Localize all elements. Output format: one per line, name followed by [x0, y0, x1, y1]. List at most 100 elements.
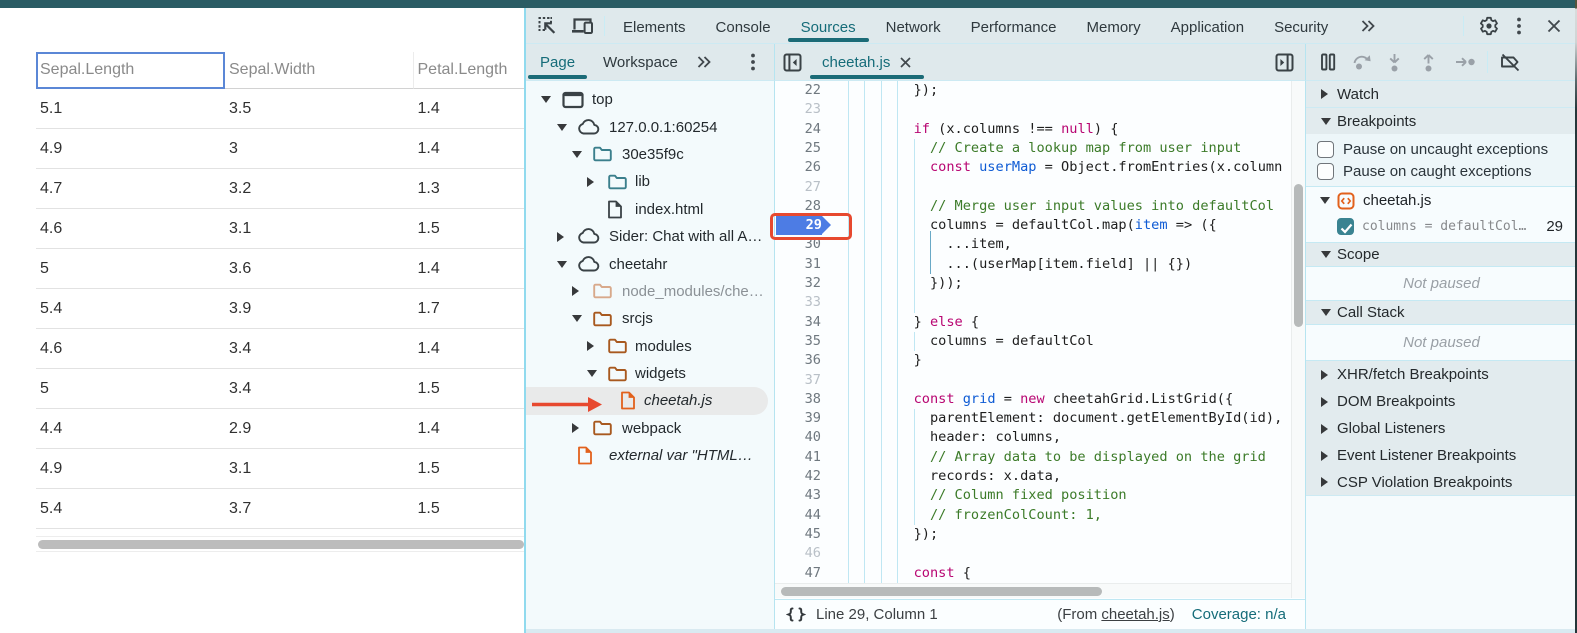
code-line-29[interactable]: 29 columns = defaultCol.map(item => ({: [775, 216, 1291, 235]
code-line-34[interactable]: 34 } else {: [775, 313, 1291, 332]
line-number[interactable]: 35: [775, 332, 821, 351]
devtools-tab-memory[interactable]: Memory: [1072, 8, 1156, 43]
tree-item-modules[interactable]: modules: [526, 333, 774, 360]
tree-item-sider-chat-with-all-a-[interactable]: Sider: Chat with all A…: [526, 223, 774, 250]
code-line-47[interactable]: 47 const {: [775, 564, 1291, 583]
code-line-46[interactable]: 46: [775, 544, 1291, 563]
breakpoint-entry[interactable]: columns = defaultCol…29: [1306, 214, 1577, 239]
table-cell[interactable]: 1.4: [414, 249, 525, 289]
table-cell[interactable]: 1.4: [414, 129, 525, 169]
tree-expand-arrow-icon[interactable]: [572, 423, 579, 433]
code-line-44[interactable]: 44 // frozenColCount: 1,: [775, 506, 1291, 525]
line-number[interactable]: 24: [775, 120, 821, 139]
devtools-tab-console[interactable]: Console: [701, 8, 786, 43]
code-line-36[interactable]: 36 }: [775, 351, 1291, 370]
code-line-31[interactable]: 31 ...(userMap[item.field] || {}): [775, 255, 1291, 274]
table-cell[interactable]: 4.6: [36, 209, 225, 249]
section-call-stack[interactable]: Call Stack: [1306, 301, 1577, 324]
code-line-28[interactable]: 28 // Merge user input values into defau…: [775, 197, 1291, 216]
line-number[interactable]: 33: [775, 293, 821, 312]
tree-expand-arrow-icon[interactable]: [587, 177, 594, 187]
table-cell[interactable]: 3.9: [225, 289, 414, 329]
editor-vscroll-thumb[interactable]: [1294, 184, 1303, 327]
line-number[interactable]: 22: [775, 81, 821, 100]
tree-collapse-arrow-icon[interactable]: [541, 96, 551, 103]
tree-item-index.html[interactable]: index.html: [526, 196, 774, 223]
line-number[interactable]: 34: [775, 313, 821, 332]
kebab-menu-icon[interactable]: [1516, 17, 1522, 35]
more-navigator-tabs-icon[interactable]: [696, 55, 713, 69]
line-number[interactable]: 25: [775, 139, 821, 158]
tree-collapse-arrow-icon[interactable]: [557, 124, 567, 131]
code-line-43[interactable]: 43 // Column fixed position: [775, 486, 1291, 505]
table-cell[interactable]: 1.5: [414, 449, 525, 489]
tree-item-widgets[interactable]: widgets: [526, 360, 774, 387]
devtools-tab-security[interactable]: Security: [1259, 8, 1343, 43]
section-csp-violation-breakpoints[interactable]: CSP Violation Breakpoints: [1306, 469, 1577, 496]
code-line-26[interactable]: 26 const userMap = Object.fromEntries(x.…: [775, 158, 1291, 177]
devtools-tab-elements[interactable]: Elements: [608, 8, 701, 43]
table-cell[interactable]: 4.9: [36, 449, 225, 489]
breakpoint-enabled-checkbox[interactable]: [1337, 218, 1354, 235]
tree-expand-arrow-icon[interactable]: [557, 232, 564, 242]
step-over-icon[interactable]: [1352, 54, 1374, 71]
sourcemap-origin-link[interactable]: cheetah.js: [1101, 606, 1169, 623]
table-cell[interactable]: 3.4: [225, 329, 414, 369]
step-out-icon[interactable]: [1421, 53, 1436, 72]
line-number[interactable]: 26: [775, 158, 821, 177]
step-icon[interactable]: [1455, 56, 1476, 68]
code-line-42[interactable]: 42 records: x.data,: [775, 467, 1291, 486]
table-cell[interactable]: 4.6: [36, 329, 225, 369]
section-scope[interactable]: Scope: [1306, 243, 1577, 266]
inspect-icon[interactable]: [537, 15, 558, 36]
deactivate-breakpoints-icon[interactable]: [1499, 53, 1522, 72]
code-line-38[interactable]: 38 const grid = new cheetahGrid.ListGrid…: [775, 390, 1291, 409]
table-cell[interactable]: 4.7: [36, 169, 225, 209]
navigator-menu-icon[interactable]: [750, 53, 756, 71]
devtools-tab-network[interactable]: Network: [871, 8, 956, 43]
tree-collapse-arrow-icon[interactable]: [587, 370, 597, 377]
tree-collapse-arrow-icon[interactable]: [572, 315, 582, 322]
pause-on-caught-checkbox[interactable]: [1317, 163, 1334, 180]
table-cell[interactable]: 3.1: [225, 209, 414, 249]
tree-item-lib[interactable]: lib: [526, 168, 774, 195]
section-dom-breakpoints[interactable]: DOM Breakpoints: [1306, 388, 1577, 415]
table-cell[interactable]: 3.1: [225, 449, 414, 489]
line-number[interactable]: 43: [775, 486, 821, 505]
table-cell[interactable]: 5.4: [36, 489, 225, 529]
pause-on-uncaught-checkbox[interactable]: [1317, 141, 1334, 158]
coverage-status[interactable]: Coverage: n/a: [1192, 606, 1286, 623]
line-number[interactable]: 36: [775, 351, 821, 370]
table-cell[interactable]: 3.2: [225, 169, 414, 209]
code-line-45[interactable]: 45 });: [775, 525, 1291, 544]
devtools-tab-performance[interactable]: Performance: [956, 8, 1072, 43]
code-line-33[interactable]: 33: [775, 293, 1291, 312]
table-cell[interactable]: 3.4: [225, 369, 414, 409]
code-line-30[interactable]: 30 ...item,: [775, 235, 1291, 254]
tree-expand-arrow-icon[interactable]: [587, 341, 594, 351]
section-global-listeners[interactable]: Global Listeners: [1306, 415, 1577, 442]
table-cell[interactable]: 1.5: [414, 209, 525, 249]
table-cell[interactable]: 2.9: [225, 409, 414, 449]
show-sidebar-icon[interactable]: [1275, 53, 1294, 72]
hide-navigator-icon[interactable]: [783, 53, 802, 72]
tree-collapse-arrow-icon[interactable]: [572, 151, 582, 158]
tree-collapse-arrow-icon[interactable]: [557, 261, 567, 268]
line-number[interactable]: 44: [775, 506, 821, 525]
line-number[interactable]: 31: [775, 255, 821, 274]
code-area[interactable]: 22 });2324 if (x.columns !== null) {25 /…: [775, 81, 1291, 583]
navigator-tab-workspace[interactable]: Workspace: [589, 44, 692, 80]
device-toolbar-icon[interactable]: [571, 16, 594, 35]
line-number[interactable]: 27: [775, 178, 821, 197]
table-header-cell[interactable]: Sepal.Length: [36, 52, 225, 89]
pretty-print-icon[interactable]: [786, 607, 806, 622]
table-header-cell[interactable]: Petal.Length: [414, 52, 525, 89]
code-line-39[interactable]: 39 parentElement: document.getElementByI…: [775, 409, 1291, 428]
line-number[interactable]: 39: [775, 409, 821, 428]
step-into-icon[interactable]: [1387, 53, 1402, 72]
tree-expand-arrow-icon[interactable]: [572, 286, 579, 296]
more-tabs-icon[interactable]: [1360, 19, 1377, 33]
section-watch[interactable]: Watch: [1306, 81, 1577, 108]
tree-item-cheetahr[interactable]: cheetahr: [526, 250, 774, 277]
editor-file-tab[interactable]: cheetah.js: [808, 44, 926, 80]
